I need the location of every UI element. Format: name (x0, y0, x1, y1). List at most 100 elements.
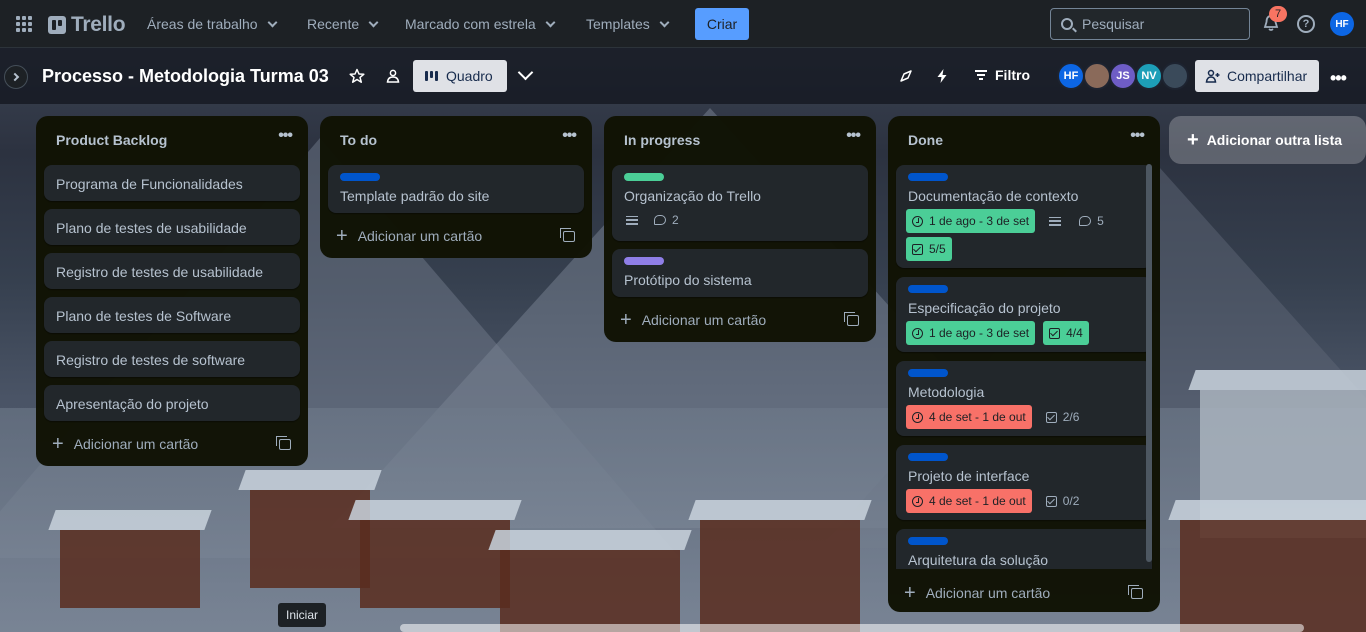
due-date-badge[interactable]: 1 de ago - 3 de set (906, 209, 1036, 233)
add-card-button[interactable]: + Adicionar um cartão (336, 226, 482, 246)
board-title[interactable]: Processo - Metodologia Turma 03 (42, 66, 329, 87)
add-card-button[interactable]: + Adicionar um cartão (52, 433, 198, 455)
chevron-down-icon (659, 17, 670, 27)
card-label[interactable] (908, 453, 948, 461)
create-from-template-icon[interactable] (1128, 585, 1143, 599)
member-avatar[interactable]: HF (1057, 62, 1085, 90)
due-date-text: 4 de set - 1 de out (929, 410, 1026, 424)
checklist-count: 5/5 (929, 242, 946, 256)
list-scrollbar[interactable] (1146, 164, 1152, 562)
card[interactable]: Plano de testes de Software (44, 297, 300, 333)
create-button[interactable]: Criar (695, 8, 749, 40)
trello-logo[interactable]: Trello (48, 13, 126, 37)
checklist-icon (1045, 495, 1057, 507)
list-menu-icon[interactable]: ••• (562, 127, 577, 145)
card-label[interactable] (908, 537, 948, 545)
board-view-button[interactable]: Quadro (413, 60, 507, 92)
nav-recent[interactable]: Recente (307, 12, 379, 36)
card-label[interactable] (908, 369, 948, 377)
nav-workspaces[interactable]: Áreas de trabalho (147, 12, 277, 36)
star-icon[interactable] (347, 66, 367, 86)
nav-templates[interactable]: Templates (586, 12, 670, 36)
account-avatar[interactable]: HF (1330, 12, 1354, 36)
help-icon[interactable]: ? (1297, 15, 1315, 33)
nav-starred-label: Marcado com estrela (405, 16, 536, 32)
board-horizontal-scrollbar[interactable] (400, 624, 1304, 632)
visibility-icon[interactable] (383, 66, 403, 86)
list-menu-icon[interactable]: ••• (846, 127, 861, 145)
member-avatar[interactable]: JS (1109, 62, 1137, 90)
checklist-count: 4/4 (1066, 326, 1083, 340)
board-menu-icon[interactable]: ••• (1330, 68, 1347, 89)
sidebar-expand-button[interactable] (4, 65, 28, 89)
card-title: Registro de testes de software (56, 352, 246, 368)
add-card-button[interactable]: + Adicionar um cartão (620, 309, 766, 331)
app-switcher-icon[interactable] (16, 16, 32, 32)
card-badges: 4 de set - 1 de out 0/2 (906, 489, 1085, 513)
search-placeholder: Pesquisar (1082, 16, 1145, 32)
add-list-button[interactable]: + Adicionar outra lista (1169, 116, 1366, 164)
chevron-down-icon (368, 17, 379, 27)
card[interactable]: Registro de testes de software (44, 341, 300, 377)
due-date-text: 4 de set - 1 de out (929, 494, 1026, 508)
board-view-label: Quadro (446, 68, 493, 84)
search-input[interactable]: Pesquisar (1050, 8, 1250, 40)
create-from-template-icon[interactable] (276, 436, 291, 450)
card[interactable]: Organização do Trello 2 (612, 165, 868, 241)
top-navigation-bar: Trello Áreas de trabalho Recente Marcado… (0, 0, 1366, 48)
card-badges: 5/5 (906, 237, 952, 261)
card[interactable]: Programa de Funcionalidades (44, 165, 300, 201)
plus-icon: + (52, 433, 64, 455)
plus-icon: + (620, 309, 632, 331)
comments-badge: 5 (1079, 214, 1104, 228)
list-menu-icon[interactable]: ••• (278, 127, 293, 145)
member-avatar[interactable]: NV (1135, 62, 1163, 90)
card-label[interactable] (908, 173, 948, 181)
card[interactable]: Protótipo do sistema (612, 249, 868, 297)
list-title[interactable]: Done (908, 132, 943, 148)
nav-starred[interactable]: Marcado com estrela (405, 12, 556, 36)
due-date-badge[interactable]: 4 de set - 1 de out (906, 489, 1032, 513)
card-badges: 2 (626, 213, 679, 227)
due-date-badge[interactable]: 1 de ago - 3 de set (906, 321, 1036, 345)
comment-icon (654, 215, 666, 225)
card[interactable]: Registro de testes de usabilidade (44, 253, 300, 289)
power-ups-icon[interactable] (896, 66, 916, 86)
card-label[interactable] (908, 285, 948, 293)
card-label[interactable] (624, 257, 664, 265)
plus-icon: + (1187, 129, 1199, 151)
chevron-right-icon (10, 72, 20, 82)
card-title: Documentação de contexto (908, 188, 1079, 204)
create-from-template-icon[interactable] (844, 312, 859, 326)
card-title: Arquitetura da solução (908, 552, 1049, 568)
share-button[interactable]: Compartilhar (1195, 60, 1319, 92)
due-date-badge[interactable]: 4 de set - 1 de out (906, 405, 1032, 429)
card[interactable]: Apresentação do projeto (44, 385, 300, 421)
automation-icon[interactable] (932, 66, 952, 86)
list-menu-icon[interactable]: ••• (1130, 127, 1145, 145)
member-avatar-photo[interactable] (1083, 62, 1111, 90)
due-date-text: 1 de ago - 3 de set (929, 214, 1030, 228)
add-card-button[interactable]: + Adicionar um cartão (904, 583, 1050, 603)
card-label[interactable] (624, 173, 664, 181)
card[interactable]: Metodologia 4 de set - 1 de out 2/6 (896, 361, 1152, 436)
filter-icon (975, 70, 987, 80)
card[interactable]: Projeto de interface 4 de set - 1 de out… (896, 445, 1152, 520)
create-from-template-icon[interactable] (560, 228, 575, 242)
nav-templates-label: Templates (586, 16, 650, 32)
card-label[interactable] (340, 173, 380, 181)
list-title[interactable]: Product Backlog (56, 132, 167, 148)
due-date-text: 1 de ago - 3 de set (929, 326, 1030, 340)
card-title: Projeto de interface (908, 468, 1030, 484)
list-title[interactable]: To do (340, 132, 377, 148)
member-avatar-photo[interactable] (1161, 62, 1189, 90)
card[interactable]: Arquitetura da solução (896, 529, 1152, 569)
card-title: Metodologia (908, 384, 985, 400)
list-title[interactable]: In progress (624, 132, 700, 148)
clock-icon (912, 215, 923, 227)
card[interactable]: Plano de testes de usabilidade (44, 209, 300, 245)
filter-button[interactable]: Filtro (975, 67, 1030, 83)
card[interactable]: Especificação do projeto 1 de ago - 3 de… (896, 277, 1152, 352)
card[interactable]: Template padrão do site (328, 165, 584, 213)
card[interactable]: Documentação de contexto 1 de ago - 3 de… (896, 165, 1152, 268)
